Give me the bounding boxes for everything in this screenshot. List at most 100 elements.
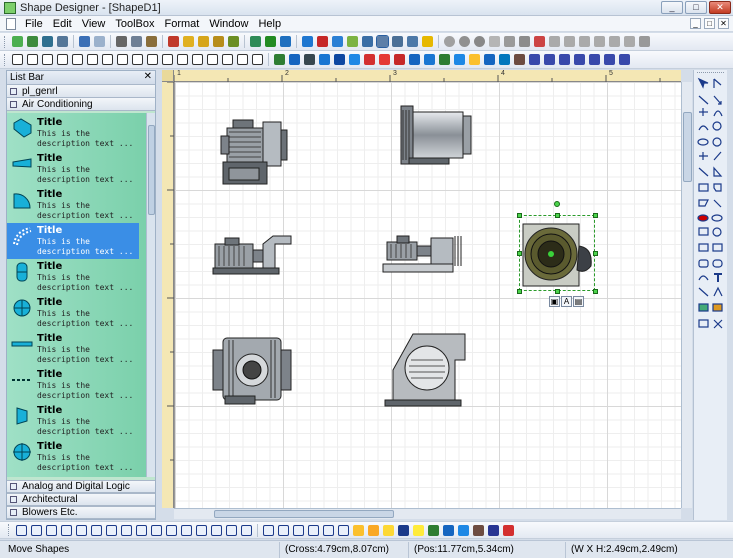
new-icon[interactable] — [12, 36, 23, 47]
resize-handle-n[interactable] — [555, 213, 560, 218]
connector-dot-icon[interactable] — [87, 54, 98, 65]
color-icon[interactable] — [347, 36, 358, 47]
bucket-icon[interactable] — [353, 524, 364, 536]
group-shapes-icon[interactable] — [263, 524, 274, 536]
connector-arrow-icon[interactable] — [42, 54, 53, 65]
grid-toggle-icon[interactable] — [304, 54, 315, 65]
connector-step-icon[interactable] — [117, 54, 128, 65]
bring-front-icon[interactable] — [293, 524, 304, 536]
blower-shape[interactable] — [399, 102, 475, 168]
folder-icon[interactable] — [183, 36, 194, 47]
help-icon[interactable] — [422, 36, 433, 47]
mdi-minimize-button[interactable]: _ — [690, 18, 701, 29]
stencil-icon[interactable] — [228, 36, 239, 47]
properties-icon[interactable]: ▤ — [573, 296, 584, 307]
maximize-button[interactable]: □ — [685, 1, 707, 14]
minimize-button[interactable]: _ — [661, 1, 683, 14]
list-item-selected[interactable]: Title This is the description text ... — [7, 223, 139, 259]
ungroup-icon[interactable] — [459, 36, 470, 47]
zoom-width-icon[interactable] — [589, 54, 600, 65]
category-blowers[interactable]: Blowers Etc. — [7, 506, 155, 519]
list-scrollbar-thumb[interactable] — [148, 125, 155, 215]
size-icon[interactable] — [196, 524, 207, 536]
scale-icon[interactable] — [136, 524, 147, 536]
drawing-canvas[interactable]: ▣ A ▤ — [174, 82, 681, 508]
shadow-icon[interactable] — [398, 524, 409, 536]
backward-icon[interactable] — [338, 524, 349, 536]
horizontal-scrollbar[interactable] — [174, 508, 681, 519]
hand-icon[interactable] — [439, 54, 450, 65]
triangle-icon[interactable] — [379, 54, 390, 65]
connector-branch-icon[interactable] — [147, 54, 158, 65]
align-right-icon[interactable] — [579, 36, 590, 47]
resize-handle-nw[interactable] — [517, 213, 522, 218]
menu-edit[interactable]: Edit — [48, 18, 77, 30]
connector-hook-icon[interactable] — [192, 54, 203, 65]
resize-handle-e[interactable] — [593, 251, 598, 256]
layout-icon[interactable] — [362, 36, 373, 47]
connector-elbow-icon[interactable] — [27, 54, 38, 65]
shape-properties-icon[interactable] — [168, 36, 179, 47]
zoom-custom-icon[interactable] — [619, 54, 630, 65]
insert-icon[interactable] — [302, 36, 313, 47]
undo-icon[interactable] — [79, 36, 90, 47]
folder-add-icon[interactable] — [198, 36, 209, 47]
rotary-blower-shape[interactable] — [211, 334, 293, 406]
centrifugal-fan-shape[interactable] — [383, 330, 467, 410]
menu-window[interactable]: Window — [204, 18, 253, 30]
snap-icon[interactable] — [265, 36, 276, 47]
table-icon[interactable] — [289, 54, 300, 65]
open-icon[interactable] — [27, 36, 38, 47]
centrifugal-pump-shape[interactable] — [381, 232, 465, 276]
forward-icon[interactable] — [323, 524, 334, 536]
connector-curve-icon[interactable] — [72, 54, 83, 65]
center-icon[interactable] — [166, 524, 177, 536]
paste-icon[interactable] — [146, 36, 157, 47]
connector-double-icon[interactable] — [57, 54, 68, 65]
list-item[interactable]: Title This is the description text ... — [7, 187, 139, 223]
motor-shape[interactable] — [219, 118, 295, 188]
zoom-100-icon[interactable] — [559, 54, 570, 65]
flip-icon[interactable] — [534, 36, 545, 47]
send-back-icon[interactable] — [308, 524, 319, 536]
connector-zigzag-icon[interactable] — [207, 54, 218, 65]
connector-loop-icon[interactable] — [162, 54, 173, 65]
lock-icon[interactable] — [514, 54, 525, 65]
toggle-icon[interactable] — [376, 35, 389, 48]
list-bar-close-button[interactable]: ✕ — [144, 71, 152, 82]
gear-icon[interactable] — [454, 54, 465, 65]
lock-shape-icon[interactable] — [211, 524, 222, 536]
pump-motor-shape[interactable] — [211, 232, 295, 276]
list-item[interactable]: Title This is the description text ... — [7, 331, 139, 367]
zoom-in-icon[interactable] — [529, 54, 540, 65]
shear-icon[interactable] — [91, 524, 102, 536]
fill-color-icon[interactable] — [368, 524, 379, 536]
skew-icon[interactable] — [76, 524, 87, 536]
lock-pos-icon[interactable] — [241, 524, 252, 536]
menu-toolbox[interactable]: ToolBox — [110, 18, 159, 30]
close-button[interactable]: ✕ — [709, 1, 731, 14]
combine-icon[interactable] — [474, 36, 485, 47]
align-bottom-icon[interactable] — [624, 36, 635, 47]
fill-icon[interactable] — [424, 54, 435, 65]
toolbar-grip[interactable] — [4, 53, 7, 66]
lock-icon[interactable]: ▣ — [549, 296, 560, 307]
horizontal-scrollbar-thumb[interactable] — [214, 510, 394, 518]
zoom-page-icon[interactable] — [574, 54, 585, 65]
document-icon[interactable] — [6, 17, 16, 30]
move-front-icon[interactable] — [484, 54, 495, 65]
align-middle-icon[interactable] — [609, 36, 620, 47]
rotate-right-icon[interactable] — [31, 524, 42, 536]
unlock-shape-icon[interactable] — [226, 524, 237, 536]
pointer-icon[interactable] — [349, 54, 360, 65]
flip-v-icon[interactable] — [61, 524, 72, 536]
category-air-conditioning[interactable]: Air Conditioning — [7, 98, 155, 111]
resize-handle-s[interactable] — [555, 289, 560, 294]
align-top-icon[interactable] — [594, 36, 605, 47]
ungroup-shapes-icon[interactable] — [278, 524, 289, 536]
rotate-left-icon[interactable] — [16, 524, 27, 536]
category-architectural[interactable]: Architectural — [7, 493, 155, 506]
library-icon[interactable] — [213, 36, 224, 47]
grid-icon[interactable] — [250, 36, 261, 47]
list-item[interactable]: Title This is the description text ... — [7, 151, 139, 187]
